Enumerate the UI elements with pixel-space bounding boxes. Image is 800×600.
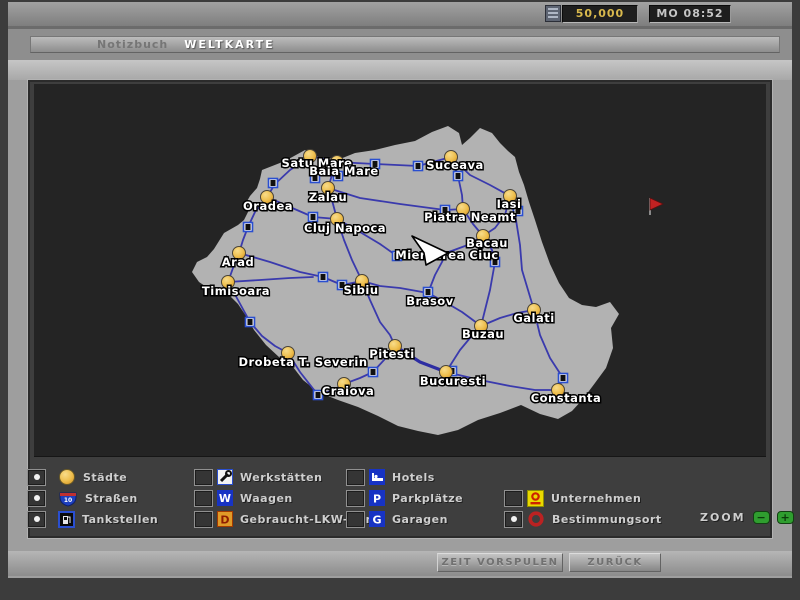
city-label: Sibiu bbox=[343, 283, 378, 297]
legend-item-garagen: G Garagen bbox=[347, 510, 448, 528]
city-icon bbox=[58, 468, 76, 486]
city-label: Zalau bbox=[309, 190, 348, 204]
fuel-station-marker bbox=[269, 179, 278, 188]
city-label: Buzau bbox=[462, 327, 504, 341]
legend-label: Unternehmen bbox=[551, 492, 641, 505]
werkstaetten-checkbox[interactable] bbox=[195, 470, 212, 485]
parking-icon: P bbox=[369, 490, 385, 506]
legend-label: Garagen bbox=[392, 513, 448, 526]
zeit-vorspulen-button[interactable]: ZEIT VORSPULEN bbox=[437, 553, 563, 572]
hotel-icon bbox=[369, 469, 385, 485]
city-label: Miercurea Ciuc bbox=[395, 248, 498, 262]
header-divider bbox=[8, 60, 792, 80]
legend-item-hotels: Hotels bbox=[347, 468, 435, 486]
hotels-checkbox[interactable] bbox=[347, 470, 364, 485]
unternehmen-checkbox[interactable] bbox=[505, 491, 522, 506]
notebook-header-bar: Notizbuch WELTKARTE bbox=[30, 36, 780, 53]
legend-label: Waagen bbox=[240, 492, 293, 505]
bestimmungsort-radio[interactable] bbox=[505, 512, 522, 527]
city-label: Piatra Neamt bbox=[424, 210, 516, 224]
legend-label: Städte bbox=[83, 471, 127, 484]
top-status-bar: 50,000 MO 08:52 bbox=[8, 2, 792, 26]
fuel-station-marker bbox=[246, 318, 255, 327]
fuel-station-marker bbox=[454, 172, 463, 181]
zoom-controls: ZOOM − + bbox=[700, 511, 794, 524]
city-label: Brasov bbox=[406, 294, 453, 308]
world-map[interactable]: Satu MareBaia MareSuceavaZalauOradeaIasi… bbox=[34, 84, 766, 457]
footer-band bbox=[8, 551, 792, 576]
legend-item-werkstaetten: Werkstätten bbox=[195, 468, 322, 486]
time-display: MO 08:52 bbox=[649, 5, 731, 23]
svg-text:10: 10 bbox=[64, 497, 72, 504]
city-label: Timisoara bbox=[202, 284, 270, 298]
legend-item-unternehmen: Unternehmen bbox=[505, 489, 641, 507]
legend-item-waagen: W Waagen bbox=[195, 489, 293, 507]
waagen-checkbox[interactable] bbox=[195, 491, 212, 506]
road-shield-icon: 10 bbox=[58, 490, 78, 507]
staedte-radio[interactable] bbox=[28, 470, 45, 485]
fuel-station-marker bbox=[319, 273, 328, 282]
header-zone: Notizbuch WELTKARTE bbox=[8, 26, 792, 63]
fuel-icon bbox=[58, 511, 75, 528]
garage-icon: G bbox=[369, 511, 385, 527]
city-label: Baia Mare bbox=[309, 164, 378, 178]
parkplaetze-checkbox[interactable] bbox=[347, 491, 364, 506]
city-label: Bucuresti bbox=[420, 374, 486, 388]
zoom-in-button[interactable]: + bbox=[777, 511, 794, 524]
money-icon bbox=[545, 5, 561, 22]
city-label: Constanta bbox=[531, 391, 602, 405]
tankstellen-radio[interactable] bbox=[28, 512, 45, 527]
city-label: Arad bbox=[222, 255, 255, 269]
legend-item-bestimmungsort: Bestimmungsort bbox=[505, 510, 662, 528]
city-label: Craiova bbox=[322, 384, 374, 398]
legend-item-strassen: 10 Straßen bbox=[28, 489, 138, 507]
city-label: Galati bbox=[513, 311, 554, 325]
zoom-out-button[interactable]: − bbox=[753, 511, 770, 524]
destination-icon bbox=[527, 510, 545, 528]
svg-text:P: P bbox=[373, 493, 381, 506]
city-label: Suceava bbox=[426, 158, 484, 172]
legend-item-staedte: Städte bbox=[28, 468, 127, 486]
used-truck-icon: D bbox=[217, 511, 233, 527]
svg-text:W: W bbox=[219, 492, 231, 505]
destination-flag bbox=[650, 198, 663, 215]
legend-label: Hotels bbox=[392, 471, 435, 484]
legend-label: Parkplätze bbox=[392, 492, 463, 505]
city-label: Pitesti bbox=[369, 347, 414, 361]
zoom-label: ZOOM bbox=[700, 511, 746, 524]
garagen-checkbox[interactable] bbox=[347, 512, 364, 527]
workshop-icon bbox=[217, 469, 233, 485]
legend-label: Werkstätten bbox=[240, 471, 322, 484]
svg-text:G: G bbox=[372, 514, 381, 527]
fuel-station-marker bbox=[244, 223, 253, 232]
notebook-tab[interactable]: Notizbuch bbox=[97, 38, 168, 51]
legend-label: Tankstellen bbox=[82, 513, 158, 526]
legend-item-parkplaetze: P Parkplätze bbox=[347, 489, 463, 507]
city-label: Drobeta T. Severin bbox=[238, 355, 367, 369]
svg-text:D: D bbox=[220, 514, 229, 527]
city-label: Cluj Napoca bbox=[304, 221, 386, 235]
fuel-station-marker bbox=[414, 162, 423, 171]
zurueck-button[interactable]: ZURÜCK bbox=[569, 553, 661, 572]
page-title: WELTKARTE bbox=[184, 38, 274, 51]
money-display: 50,000 bbox=[562, 5, 638, 23]
strassen-radio[interactable] bbox=[28, 491, 45, 506]
legend-label: Bestimmungsort bbox=[552, 513, 662, 526]
legend-item-tankstellen: Tankstellen bbox=[28, 510, 158, 528]
gebraucht-lkw-checkbox[interactable] bbox=[195, 512, 212, 527]
company-icon bbox=[527, 490, 544, 507]
scale-icon: W bbox=[217, 490, 233, 506]
legend-label: Straßen bbox=[85, 492, 138, 505]
city-label: Iasi bbox=[497, 197, 522, 211]
fuel-station-marker bbox=[559, 374, 568, 383]
fuel-station-marker bbox=[369, 368, 378, 377]
city-label: Oradea bbox=[243, 199, 293, 213]
